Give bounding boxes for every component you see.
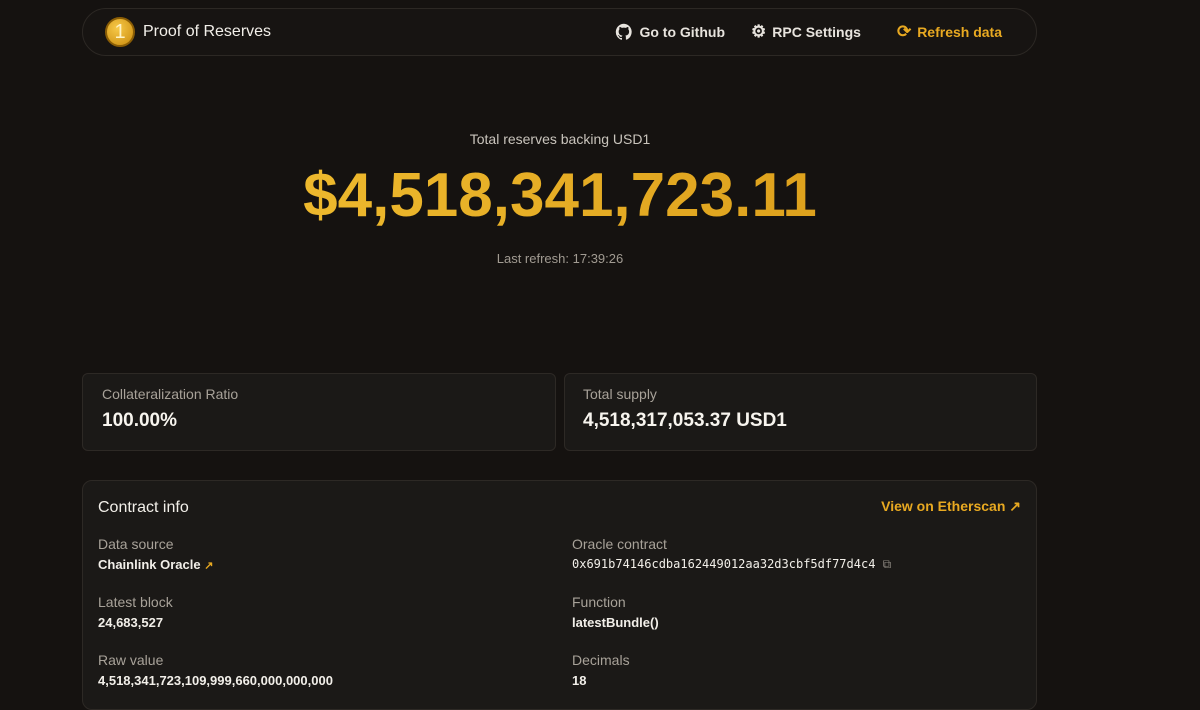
stat-value: 4,518,317,053.37 USD1 (583, 410, 787, 431)
gear-icon: ⚙ (751, 22, 767, 41)
field-value: 0x691b74146cdba162449012aa32d3cbf5df77d4… (572, 557, 876, 571)
last-refresh: Last refresh: 17:39:26 (496, 251, 624, 266)
field-label: Oracle contract (572, 536, 667, 552)
stat-label: Total supply (583, 386, 657, 402)
external-link-icon: ↗ (1009, 498, 1021, 514)
external-link-icon: ↗ (204, 560, 214, 572)
field-label: Decimals (572, 652, 630, 668)
stat-label: Collateralization Ratio (102, 386, 239, 402)
rpc-settings-button[interactable]: ⚙ RPC Settings (751, 22, 861, 42)
logo-icon: 1 (105, 17, 135, 47)
github-icon (616, 23, 633, 40)
top-nav: 1 Proof of Reserves Go to Github ⚙ RPC Se… (82, 8, 1037, 56)
github-link[interactable]: Go to Github (615, 23, 725, 41)
collateralization-card: Collateralization Ratio 100.00% (82, 373, 556, 451)
rpc-label: RPC Settings (772, 24, 861, 40)
field-value: 4,518,341,723,109,999,660,000,000,000 (98, 673, 333, 688)
app-title: Proof of Reserves (143, 23, 272, 40)
total-supply-card: Total supply 4,518,317,053.37 USD1 (564, 373, 1037, 451)
field-value: latestBundle() (572, 615, 659, 630)
reserves-subtitle: Total reserves backing USD1 (469, 131, 651, 147)
field-data-source: Data source Chainlink Oracle ↗ (98, 536, 572, 572)
field-value: 24,683,527 (98, 615, 164, 630)
field-oracle-contract: Oracle contract 0x691b74146cdba162449012a… (572, 536, 1032, 572)
github-label: Go to Github (639, 24, 725, 40)
contract-info-card: Contract info View on Etherscan ↗ Data s… (82, 480, 1037, 710)
field-value: 18 (572, 673, 587, 688)
chainlink-link[interactable]: Chainlink Oracle (98, 557, 201, 572)
field-label: Data source (98, 536, 174, 552)
reserves-amount: $4,518,341,723.11 (0, 160, 1120, 231)
refresh-icon: ⟳ (896, 22, 912, 41)
copy-icon[interactable]: ⧉ (883, 557, 892, 571)
field-function: Function latestBundle() (572, 594, 1032, 630)
field-label: Raw value (98, 652, 164, 668)
field-latest-block: Latest block 24,683,527 (98, 594, 572, 630)
etherscan-label: View on Etherscan (881, 498, 1006, 514)
field-label: Function (572, 594, 626, 610)
field-label: Latest block (98, 594, 173, 610)
field-decimals: Decimals 18 (572, 652, 1032, 688)
refresh-button[interactable]: ⟳ Refresh data (897, 22, 1002, 42)
stat-value: 100.00% (102, 410, 178, 431)
etherscan-link[interactable]: View on Etherscan ↗ (881, 498, 1021, 515)
field-raw-value: Raw value 4,518,341,723,109,999,660,000,0… (98, 652, 572, 688)
refresh-label: Refresh data (917, 24, 1002, 40)
